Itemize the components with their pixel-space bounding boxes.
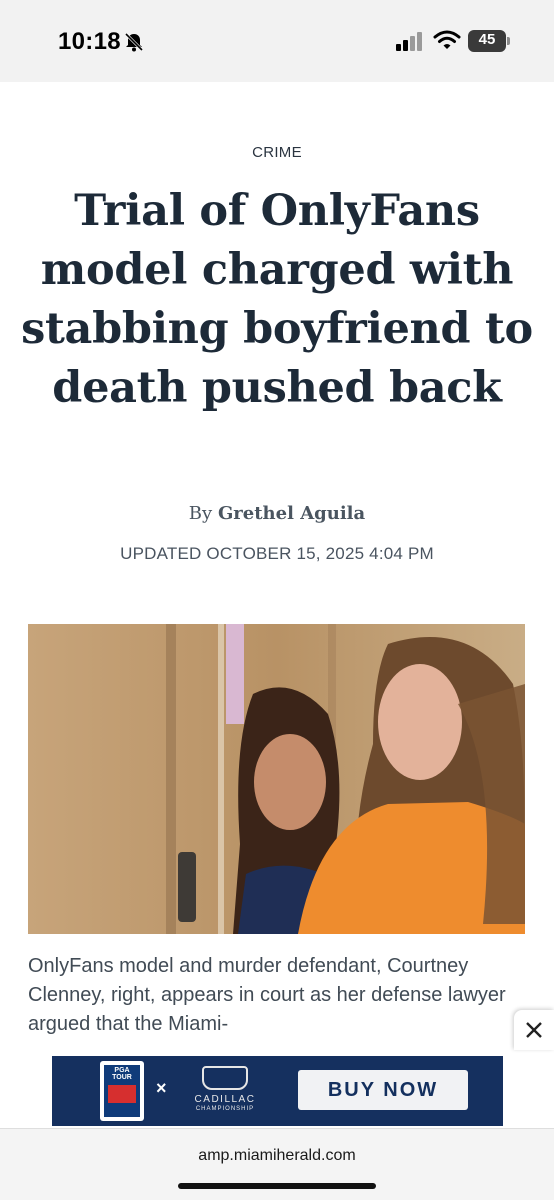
buy-now-button[interactable]: BUY NOW (298, 1070, 468, 1110)
byline-prefix: By (188, 503, 213, 524)
status-bar: 10:18 45 (0, 0, 554, 82)
close-icon[interactable] (524, 1020, 544, 1040)
bell-slash-icon (124, 32, 144, 52)
photo-caption: OnlyFans model and murder defendant, Cou… (28, 955, 506, 1035)
ad-banner[interactable]: PGA TOUR × CADILLAC CHAMPIONSHIP BUY NOW (52, 1056, 503, 1126)
ad-separator: × (156, 1078, 167, 1098)
byline: By Grethel Aguila (0, 503, 554, 524)
ad-close-button[interactable] (514, 1010, 554, 1050)
signal-icon (396, 32, 422, 51)
browser-url-bar[interactable]: amp.miamiherald.com (0, 1128, 554, 1200)
updated-timestamp: UPDATED OCTOBER 15, 2025 4:04 PM (120, 544, 434, 563)
battery-level: 45 (478, 31, 496, 48)
pga-tour-logo: PGA TOUR (100, 1061, 144, 1121)
wifi-icon (433, 30, 461, 49)
article-photo (28, 624, 525, 934)
section-label[interactable]: CRIME (0, 144, 554, 161)
status-time: 10:18 (58, 28, 121, 55)
home-indicator[interactable] (178, 1183, 376, 1189)
author-link[interactable]: Grethel Aguila (218, 503, 365, 524)
battery-icon: 45 (468, 30, 510, 52)
url-text[interactable]: amp.miamiherald.com (0, 1147, 554, 1165)
cadillac-logo: CADILLAC CHAMPIONSHIP (180, 1066, 270, 1118)
headline: Trial of OnlyFans model charged with sta… (21, 186, 533, 413)
